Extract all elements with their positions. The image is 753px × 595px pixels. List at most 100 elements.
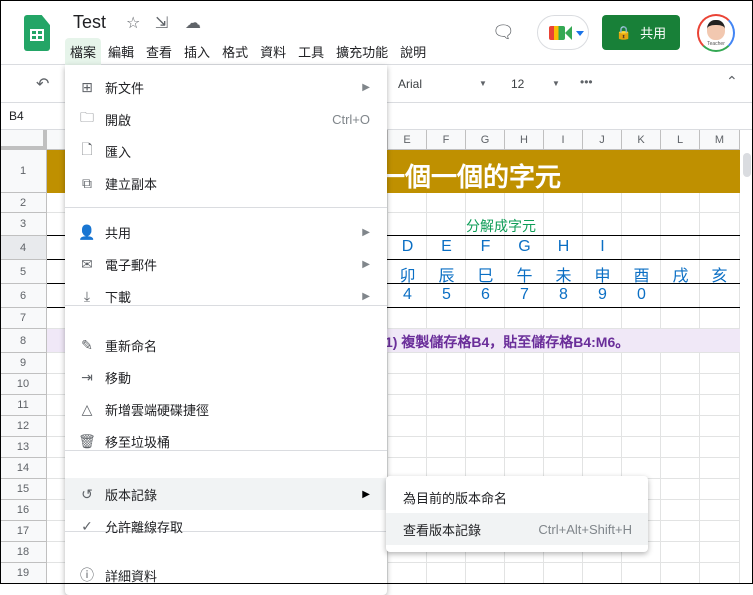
menu-edit[interactable]: 編輯 [103,38,139,65]
cell-F6[interactable]: 5 [427,286,466,304]
column-header-M[interactable]: M [700,130,740,150]
font-select[interactable]: Arial [398,77,422,91]
menu-item-11[interactable]: ↺ 版本記錄 ▶ [65,478,387,510]
menu-extensions[interactable]: 擴充功能 [331,38,393,65]
menu-item-0[interactable]: ⊞ 新文件 ▶ [65,71,387,103]
column-header-H[interactable]: H [505,130,544,150]
cell-K6[interactable]: 0 [622,286,661,304]
row-header-4[interactable]: 4 [0,236,47,260]
row-header-7[interactable]: 7 [0,308,47,329]
menu-data[interactable]: 資料 [255,38,291,65]
cell-E6[interactable]: 4 [388,286,427,304]
column-header-I[interactable]: I [544,130,583,150]
menu-item-4[interactable]: 👤 共用 ▶ [65,216,387,248]
comment-icon[interactable]: 🗨 [492,22,515,43]
column-header-E[interactable]: E [388,130,427,150]
cell-I4[interactable]: H [544,238,583,256]
cell-J4[interactable]: I [583,238,622,256]
cell-J6[interactable]: 9 [583,286,622,304]
more-icon[interactable]: ••• [580,75,593,89]
cell-F4[interactable]: E [427,238,466,256]
cell-K5[interactable]: 酉 [622,262,661,286]
share-button[interactable]: 🔒 共用 [602,15,680,50]
avatar-caption: Teacher [707,41,725,47]
row-header-19[interactable]: 19 [0,563,47,584]
avatar[interactable]: Teacher [697,14,735,52]
menu-tools[interactable]: 工具 [293,38,329,65]
menu-insert[interactable]: 插入 [179,38,215,65]
menu-item-8[interactable]: ⇥ 移動 [65,361,387,393]
column-header-J[interactable]: J [583,130,622,150]
cell-H4[interactable]: G [505,238,544,256]
menu-item-12[interactable]: ✓ 允許離線存取 [65,510,387,542]
row-header-13[interactable]: 13 [0,437,47,458]
row-header-9[interactable]: 9 [0,353,47,374]
row-header-5[interactable]: 5 [0,260,47,284]
cell-E5[interactable]: 卯 [388,262,427,286]
row-header-16[interactable]: 16 [0,500,47,521]
menu-item-5[interactable]: ✉ 電子郵件 ▶ [65,248,387,280]
star-icon[interactable]: ☆ [126,13,140,33]
menu-item-7[interactable]: ✎ 重新命名 [65,329,387,361]
cell-H5[interactable]: 午 [505,262,544,286]
cell-I6[interactable]: 8 [544,286,583,304]
cell-reference[interactable]: B4 [9,109,24,123]
row-header-8[interactable]: 8 [0,329,47,353]
menu-item-9[interactable]: △ 新增雲端硬碟捷徑 [65,393,387,425]
row-header-11[interactable]: 11 [0,395,47,416]
row-header-1[interactable]: 1 [0,150,47,193]
row-header-17[interactable]: 17 [0,521,47,542]
collapse-icon[interactable]: ⌃ [726,73,738,90]
menu-item-2[interactable]: 🗋 匯入 [65,135,387,167]
row-header-18[interactable]: 18 [0,542,47,563]
row-header-14[interactable]: 14 [0,458,47,479]
cell-F5[interactable]: 辰 [427,262,466,286]
row-header-12[interactable]: 12 [0,416,47,437]
rename-icon: ✎ [81,336,93,353]
shortcut-label: Ctrl+O [332,111,370,127]
menu-item-13[interactable]: ⓘ 詳細資料 [65,559,387,591]
meet-button[interactable] [537,15,589,50]
column-header-L[interactable]: L [661,130,700,150]
column-header-F[interactable]: F [427,130,466,150]
menu-file[interactable]: 檔案 [65,38,102,65]
row-header-15[interactable]: 15 [0,479,47,500]
document-title[interactable]: Test [73,12,106,33]
vertical-scrollbar[interactable] [741,150,753,584]
history-icon: ↺ [81,485,93,502]
font-dropdown-icon[interactable]: ▼ [479,79,487,88]
submenu-item-0[interactable]: 為目前的版本命名 [386,481,648,513]
select-all-corner[interactable] [0,130,47,150]
column-header-K[interactable]: K [622,130,661,150]
trash-icon: 🗑 [78,432,96,449]
row-header-3[interactable]: 3 [0,213,47,236]
cell-G4[interactable]: F [466,238,505,256]
cell-M5[interactable]: 亥 [700,262,739,286]
menu-help[interactable]: 說明 [395,38,431,65]
cell-E4[interactable]: D [388,238,427,256]
cell-G6[interactable]: 6 [466,286,505,304]
column-header-G[interactable]: G [466,130,505,150]
cell-G5[interactable]: 巳 [466,262,505,286]
move-folder-icon[interactable]: ⇲ [155,13,168,33]
cell-L5[interactable]: 戌 [661,262,700,286]
menu-item-6[interactable]: ⤓ 下載 ▶ [65,280,387,312]
menu-item-3[interactable]: ⧉ 建立副本 [65,167,387,199]
menu-view[interactable]: 查看 [141,38,177,65]
menu-item-10[interactable]: 🗑 移至垃圾桶 [65,425,387,457]
cell-I5[interactable]: 未 [544,262,583,286]
note-text: 1) 複製儲存格B4，貼至儲存格B4:M6。 [385,334,630,350]
row-header-6[interactable]: 6 [0,284,47,308]
row-header-10[interactable]: 10 [0,374,47,395]
font-size-dropdown-icon[interactable]: ▼ [552,79,560,88]
undo-icon[interactable]: ↶ [36,74,49,94]
menu-item-1[interactable]: 🗀 開啟 Ctrl+O [65,103,387,135]
submenu-item-1[interactable]: 查看版本記錄 Ctrl+Alt+Shift+H [386,513,648,545]
menu-format[interactable]: 格式 [217,38,253,65]
font-size-select[interactable]: 12 [511,77,524,91]
cloud-status-icon[interactable]: ☁ [185,13,201,33]
cell-J5[interactable]: 申 [583,262,622,286]
sheets-logo-icon[interactable] [24,15,50,51]
cell-H6[interactable]: 7 [505,286,544,304]
row-header-2[interactable]: 2 [0,193,47,213]
